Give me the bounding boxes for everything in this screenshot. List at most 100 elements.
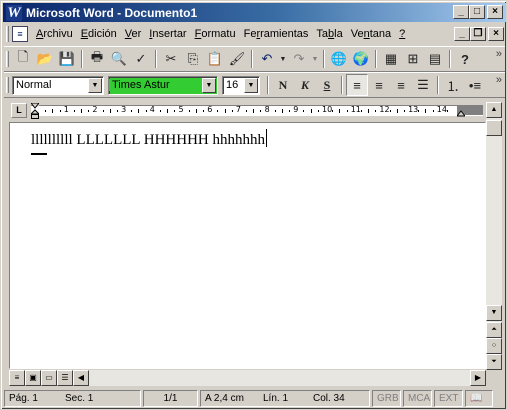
menu-item-0[interactable]: Archivu — [32, 28, 77, 40]
chevron-down-icon[interactable]: ▼ — [202, 77, 216, 93]
status-page-section: Pág. 1 Sec. 1 — [4, 390, 141, 407]
select-browse-object-icon[interactable]: ○ — [486, 338, 502, 354]
chevron-down-icon[interactable]: ▼ — [244, 77, 258, 93]
print-preview-icon[interactable]: 🔍 — [108, 48, 130, 70]
ruler-label: 10 — [322, 105, 333, 114]
numbering-icon[interactable]: ⒈ — [442, 74, 464, 96]
align-left-icon[interactable]: ≡ — [346, 74, 368, 96]
normal-view-icon[interactable]: ≡ — [9, 370, 25, 386]
document-text[interactable]: llllllllll LLLLLLL HHHHHH hhhhhhh — [31, 129, 268, 149]
ruler-label: 8 — [264, 105, 270, 114]
more-buttons-chevron-icon[interactable]: » — [496, 48, 502, 60]
paste-icon[interactable]: 📋 — [204, 48, 226, 70]
menu-item-3[interactable]: Insertar — [145, 28, 190, 40]
align-center-icon[interactable]: ≡ — [368, 74, 390, 96]
menu-item-6[interactable]: Tabla — [312, 28, 346, 40]
menu-item-1[interactable]: Edición — [77, 28, 121, 40]
open-icon[interactable]: 📂 — [34, 48, 56, 70]
close-button[interactable]: × — [487, 5, 503, 19]
hyperlink-icon[interactable]: 🌐 — [328, 48, 350, 70]
doc-close-button[interactable]: × — [488, 27, 504, 41]
status-spelling-icon[interactable]: 📖 — [465, 390, 493, 407]
insert-table-icon[interactable]: ⊞ — [402, 48, 424, 70]
font-combo[interactable]: Times Astur ▼ — [108, 75, 218, 95]
redo-icon[interactable]: ↷ — [288, 48, 310, 70]
justify-icon[interactable]: ☰ — [412, 74, 434, 96]
bullets-icon[interactable]: •≡ — [464, 74, 486, 96]
doc-restore-button[interactable]: ❐ — [470, 27, 486, 41]
ruler-dot — [317, 110, 319, 112]
outline-view-icon[interactable]: ☰ — [57, 370, 73, 386]
toolbar-grip[interactable] — [6, 51, 9, 67]
ruler-dot — [432, 110, 434, 112]
web-view-icon[interactable]: ▣ — [25, 370, 41, 386]
align-right-icon[interactable]: ≡ — [390, 74, 412, 96]
cut-icon[interactable]: ✂ — [160, 48, 182, 70]
italic-button[interactable]: K — [294, 74, 316, 96]
chevron-down-icon[interactable]: ▼ — [88, 77, 102, 93]
vertical-scrollbar[interactable]: ▲ ▼ ⏶ ○ ⏷ — [486, 102, 502, 370]
menu-item-2[interactable]: Ver — [121, 28, 146, 40]
previous-page-icon[interactable]: ⏶ — [486, 322, 502, 338]
ruler-tick — [396, 109, 398, 113]
menu-item-4[interactable]: Formatu — [191, 28, 240, 40]
tables-borders-icon[interactable]: ▦ — [380, 48, 402, 70]
ruler-bar[interactable]: 1 2 3 4 5 6 7 8 9 10 11 12 13 14 — [31, 105, 483, 116]
scroll-down-icon[interactable]: ▼ — [486, 305, 502, 321]
right-indent-marker[interactable] — [455, 109, 467, 117]
scroll-left-icon[interactable]: ◀ — [73, 370, 89, 386]
print-view-icon[interactable]: ▭ — [41, 370, 57, 386]
tab-selector[interactable]: L — [11, 103, 27, 118]
maximize-button[interactable]: □ — [469, 5, 485, 19]
insert-excel-icon[interactable]: ▤ — [424, 48, 446, 70]
status-rec[interactable]: GRB — [372, 390, 401, 407]
more-buttons-chevron-icon[interactable]: » — [496, 74, 502, 86]
print-icon[interactable]: 🖶 — [86, 48, 108, 70]
ruler-tick — [195, 109, 197, 113]
web-toolbar-icon[interactable]: 🌍 — [350, 48, 372, 70]
spelling-icon[interactable]: ✓ — [130, 48, 152, 70]
help-icon[interactable]: ? — [454, 48, 476, 70]
ruler-dot — [231, 110, 233, 112]
scroll-up-icon[interactable]: ▲ — [486, 102, 502, 118]
menu-item-5[interactable]: Ferramientas — [240, 28, 313, 40]
menu-item-7[interactable]: Ventana — [347, 28, 395, 40]
menu-bar: ≡ Archivu Edición Ver Insertar Formatu Ferram… — [4, 24, 505, 44]
format-painter-icon[interactable]: 🖌 — [226, 48, 248, 70]
undo-dropdown-icon[interactable]: ▼ — [278, 48, 288, 70]
document-icon[interactable]: ≡ — [12, 26, 28, 42]
status-bar: Pág. 1 Sec. 1 1/1 A 2,4 cm Lín. 1 Col. 3… — [4, 389, 505, 408]
horizontal-scrollbar[interactable] — [89, 370, 470, 386]
copy-icon[interactable]: ⎘ — [182, 48, 204, 70]
document-line[interactable]: llllllllll LLLLLLL HHHHHH hhhhhhh — [31, 132, 265, 148]
document-area[interactable]: llllllllll LLLLLLL HHHHHH hhhhhhh — [9, 122, 486, 369]
ruler-dot — [217, 110, 219, 112]
word-app-icon[interactable]: W — [6, 4, 22, 21]
left-indent-marker[interactable] — [29, 102, 41, 119]
ruler-label: 2 — [92, 105, 98, 114]
next-page-icon[interactable]: ⏷ — [486, 354, 502, 370]
ruler-dot — [88, 110, 90, 112]
bold-button[interactable]: N — [272, 74, 294, 96]
minimize-button[interactable]: _ — [453, 5, 469, 19]
doc-minimize-button[interactable]: _ — [454, 27, 470, 41]
scroll-right-icon[interactable]: ▶ — [470, 370, 486, 386]
underline-button[interactable]: S — [316, 74, 338, 96]
redo-dropdown-icon[interactable]: ▼ — [310, 48, 320, 70]
status-trk[interactable]: MCA — [403, 390, 432, 407]
horizontal-ruler[interactable]: L 1 2 3 4 5 6 7 8 9 10 11 12 13 14 — [9, 101, 486, 121]
font-size-combo[interactable]: 16 ▼ — [222, 75, 260, 95]
style-combo[interactable]: Normal ▼ — [12, 75, 104, 95]
status-ext[interactable]: EXT — [434, 390, 463, 407]
menu-item-8[interactable]: ? — [395, 28, 409, 40]
status-line: Lín. 1 — [263, 393, 289, 404]
new-icon[interactable]: 🗋 — [12, 48, 34, 70]
undo-icon[interactable]: ↶ — [256, 48, 278, 70]
title-bar[interactable]: W Microsoft Word - Documento1 _ □ × — [3, 3, 506, 22]
scroll-thumb[interactable] — [486, 120, 502, 136]
toolbar-grip[interactable] — [6, 77, 9, 93]
standard-toolbar: 🗋 📂 💾 🖶 🔍 ✓ ✂ ⎘ 📋 🖌 ↶ ▼ ↷ ▼ 🌐 🌍 ▦ ⊞ ▤ ? … — [4, 46, 505, 72]
ruler-dot — [203, 110, 205, 112]
menubar-grip[interactable] — [6, 26, 9, 42]
save-icon[interactable]: 💾 — [56, 48, 78, 70]
